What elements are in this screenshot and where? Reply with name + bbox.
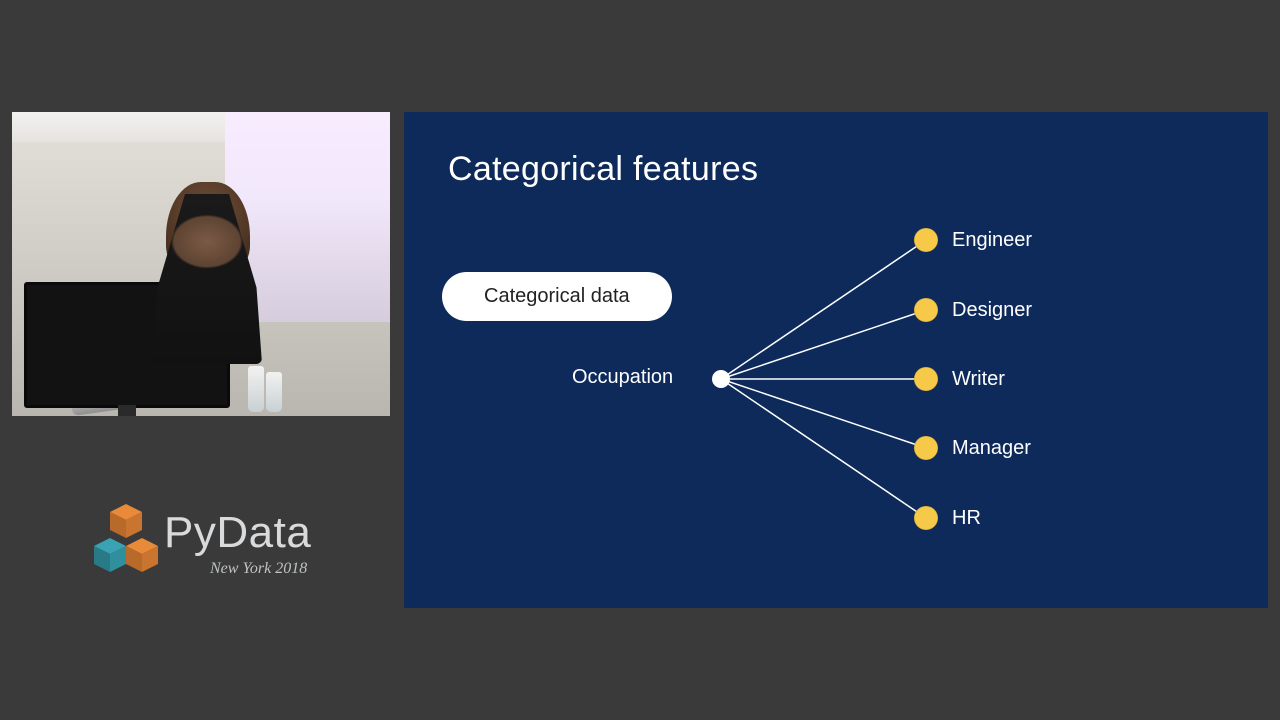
video-frame: PyData New York 2018 Categorical feature…	[0, 0, 1280, 720]
leaf-dot-icon	[914, 367, 938, 391]
leaf-dot-icon	[914, 506, 938, 530]
categorical-data-pill: Categorical data	[442, 272, 672, 321]
leaf-dot-icon	[914, 436, 938, 460]
leaf-label: Writer	[952, 368, 1005, 391]
presenter-camera-view	[12, 112, 390, 416]
leaf-dot-icon	[914, 228, 938, 252]
tree-root-label: Occupation	[572, 366, 673, 389]
logo-prefix: Py	[164, 508, 216, 557]
water-bottle	[266, 372, 282, 412]
tree-leaf: Designer	[914, 298, 1032, 322]
logo-suffix: Data	[216, 508, 311, 557]
pydata-logo-icon	[90, 494, 162, 590]
water-bottle	[248, 366, 264, 412]
leaf-label: Engineer	[952, 229, 1032, 252]
tree-leaf: Engineer	[914, 228, 1032, 252]
pydata-logo-subtitle: New York 2018	[210, 560, 307, 578]
tree-leaf: HR	[914, 506, 981, 530]
leaf-label: HR	[952, 507, 981, 530]
presentation-slide: Categorical features Categorical data Oc…	[404, 112, 1268, 608]
leaf-label: Designer	[952, 299, 1032, 322]
tree-leaf: Writer	[914, 367, 1005, 391]
pydata-logo: PyData New York 2018	[90, 486, 330, 606]
slide-title: Categorical features	[448, 150, 758, 189]
tree-leaf: Manager	[914, 436, 1031, 460]
leaf-dot-icon	[914, 298, 938, 322]
pydata-logo-text: PyData	[164, 508, 311, 558]
tree-edges	[704, 208, 1244, 588]
category-tree-diagram: Engineer Designer Writer Manager HR	[704, 208, 1244, 588]
leaf-label: Manager	[952, 437, 1031, 460]
